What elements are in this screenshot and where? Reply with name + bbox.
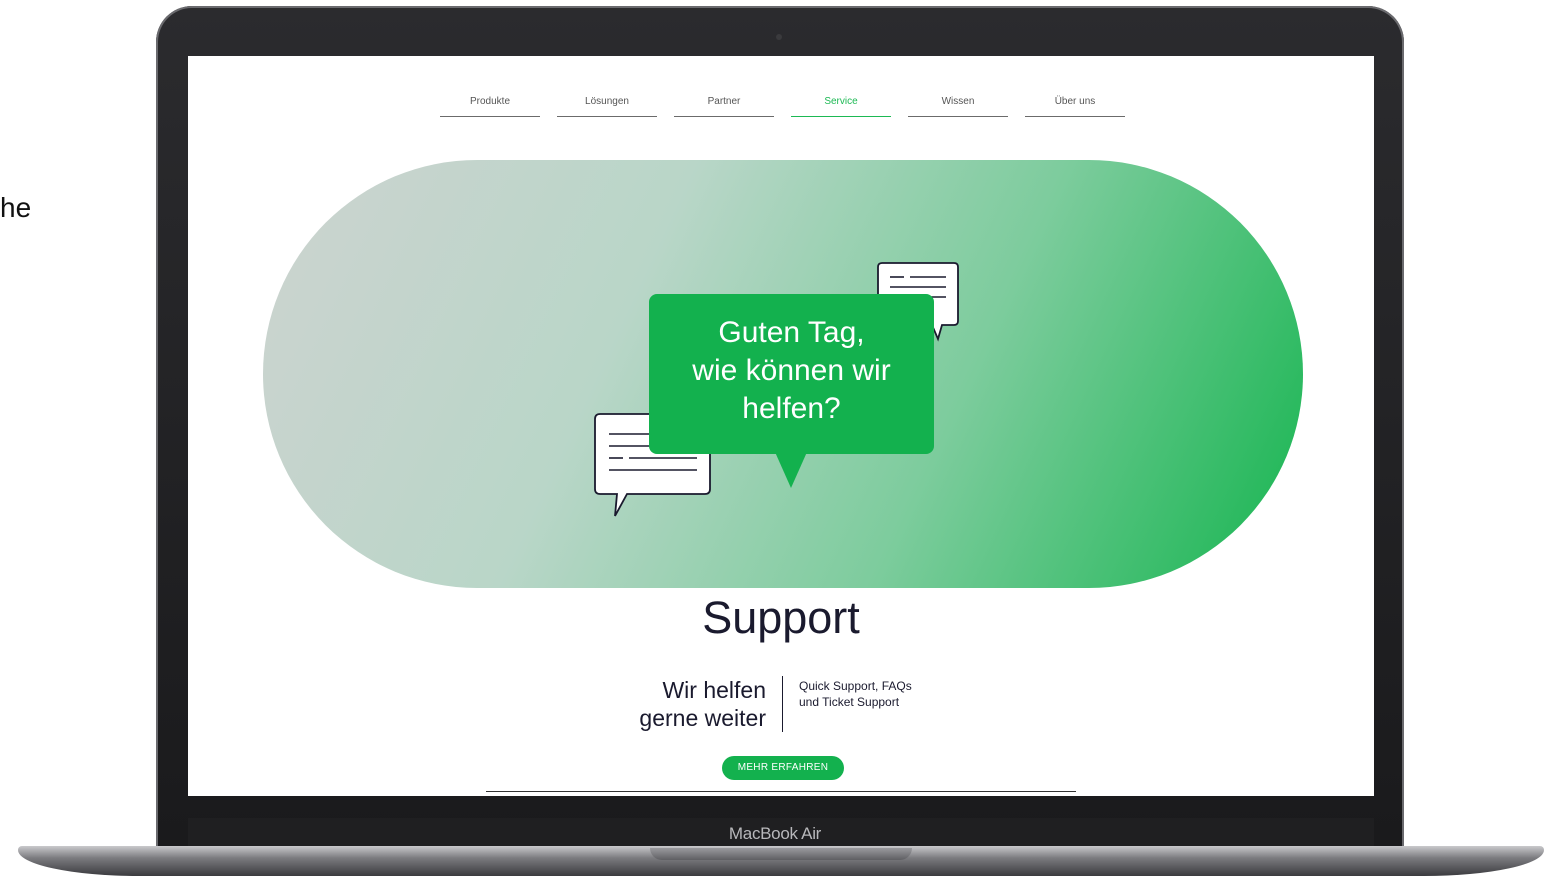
- side-text-fragment: he: [0, 192, 32, 223]
- laptop-hinge-notch: [650, 848, 912, 860]
- laptop-brand-label: MacBook Air: [728, 824, 822, 843]
- nav-item-produkte[interactable]: Produkte: [440, 96, 540, 117]
- tagline: Wir helfen gerne weiter: [566, 676, 766, 732]
- description: Quick Support, FAQs und Ticket Support: [799, 678, 999, 710]
- nav-item-service[interactable]: Service: [791, 96, 891, 117]
- tagline-line: Wir helfen: [662, 677, 766, 703]
- nav-item-loesungen[interactable]: Lösungen: [557, 96, 657, 117]
- mehr-erfahren-button[interactable]: MEHR ERFAHREN: [722, 756, 844, 780]
- greeting-line: wie können wir: [692, 354, 891, 387]
- divider: [486, 791, 1076, 792]
- description-line: und Ticket Support: [799, 695, 900, 709]
- divider: [782, 676, 783, 732]
- greeting-line: Guten Tag,: [718, 316, 865, 349]
- laptop-screen: Produkte Lösungen Partner Service Wissen…: [188, 56, 1374, 796]
- camera-icon: [776, 34, 782, 40]
- description-line: Quick Support, FAQs: [799, 679, 912, 693]
- main-nav: Produkte Lösungen Partner Service Wissen…: [440, 96, 1126, 118]
- greeting-bubble-tail: [775, 452, 807, 488]
- nav-item-partner[interactable]: Partner: [674, 96, 774, 117]
- greeting-text: Guten Tag, wie können wir helfen?: [649, 314, 934, 428]
- tagline-line: gerne weiter: [639, 705, 766, 731]
- nav-item-wissen[interactable]: Wissen: [908, 96, 1008, 117]
- page-title: Support: [702, 592, 860, 643]
- nav-item-ueber-uns[interactable]: Über uns: [1025, 96, 1125, 117]
- greeting-line: helfen?: [742, 392, 841, 425]
